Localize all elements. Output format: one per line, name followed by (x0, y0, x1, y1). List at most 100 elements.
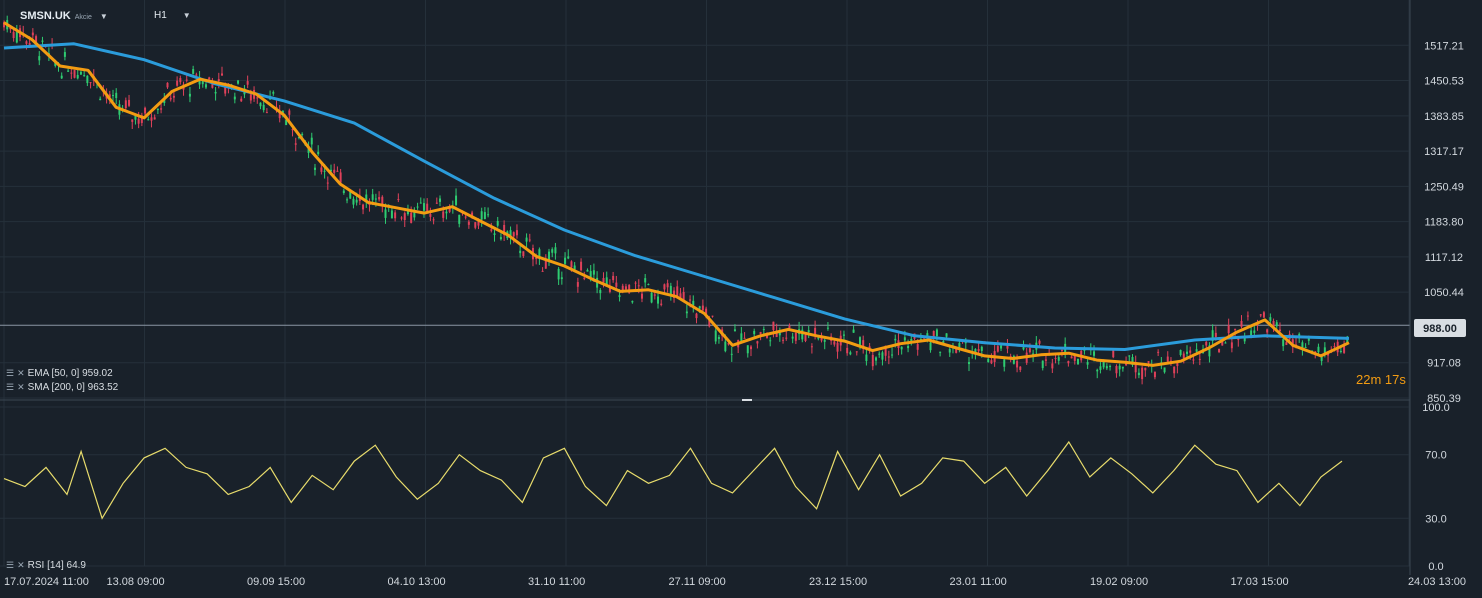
candle-body (204, 84, 207, 88)
candle-body (70, 72, 73, 74)
candle-body (416, 206, 419, 208)
candle-body (124, 100, 127, 109)
close-icon[interactable]: ✕ (17, 560, 25, 571)
symbol-selector[interactable]: SMSN.UK Akcie ▼ (20, 10, 108, 22)
y-tick-label: 1517.21 (1424, 40, 1464, 52)
candle-body (810, 346, 813, 348)
candle-body (1285, 342, 1288, 345)
candle-body (1182, 353, 1185, 359)
candle-body (1112, 350, 1115, 358)
candle-body (1198, 358, 1201, 360)
candle-body (858, 337, 861, 345)
candle-body (836, 342, 839, 352)
rsi-tick-label: 0.0 (1428, 561, 1443, 573)
chevron-down-icon: ▼ (182, 11, 191, 20)
candle-body (221, 73, 224, 76)
candle-body (12, 32, 15, 39)
close-icon[interactable]: ✕ (17, 368, 25, 379)
candle-body (352, 198, 355, 205)
candle-body (990, 360, 993, 364)
candle-body (1096, 369, 1099, 372)
x-tick-label: 17.03 15:00 (1231, 576, 1289, 588)
candle-body (871, 354, 874, 367)
candle-body (217, 79, 220, 81)
candle-body (612, 275, 615, 281)
x-tick-label: 17.07.2024 11:00 (4, 576, 89, 588)
candle-body (294, 143, 297, 145)
candle-body (583, 277, 586, 279)
candle-body (1118, 365, 1121, 370)
candle-body (192, 69, 195, 74)
candle-body (156, 108, 159, 111)
price-chart[interactable]: 1517.21 1450.53 1383.85 1317.17 1250.49 1183.… (0, 0, 1482, 598)
candle-body (355, 199, 358, 203)
candle-body (807, 330, 810, 333)
x-tick-label: 19.02 09:00 (1090, 576, 1148, 588)
menu-icon[interactable]: ☰ (6, 560, 14, 571)
candle-body (1070, 356, 1073, 359)
candle-body (624, 286, 627, 290)
candle-body (493, 233, 496, 235)
candle-body (422, 203, 425, 211)
candle-body (1227, 325, 1230, 334)
candle-body (1282, 339, 1285, 347)
candle-body (916, 344, 919, 350)
moving-average-lines (3, 21, 1350, 367)
candle-body (663, 284, 666, 290)
candle-body (1076, 358, 1079, 365)
candle-body (980, 346, 983, 351)
candle-body (1137, 372, 1140, 376)
candle-body (525, 237, 528, 242)
candle-body (849, 352, 852, 355)
candle-body (907, 346, 910, 349)
menu-icon[interactable]: ☰ (6, 382, 14, 393)
candle-body (967, 362, 970, 365)
candle-body (400, 217, 403, 219)
candle-body (214, 91, 217, 94)
candle-body (240, 98, 243, 102)
candle-countdown: 22m 17s (1356, 372, 1406, 387)
candle-body (1115, 366, 1118, 374)
candle-body (692, 300, 695, 306)
ema-label: EMA [50, 0] 959.02 (27, 368, 113, 379)
candle-body (1262, 312, 1265, 318)
candle-body (41, 40, 44, 42)
candle-body (846, 347, 849, 354)
candle-body (1339, 350, 1342, 352)
close-icon[interactable]: ✕ (17, 382, 25, 393)
candle-body (932, 330, 935, 337)
candle-body (394, 212, 397, 219)
candle-body (724, 341, 727, 352)
candle-body (1259, 314, 1262, 316)
candle-body (1224, 342, 1227, 344)
candle-body (432, 219, 435, 221)
candle-body (666, 283, 669, 288)
candle-body (580, 261, 583, 271)
candle-body (833, 341, 836, 345)
candle-body (903, 337, 906, 341)
candle-body (644, 278, 647, 283)
candle-body (147, 119, 150, 121)
candle-body (458, 214, 461, 224)
candle-body (153, 117, 156, 120)
candle-body (144, 107, 147, 114)
candle-body (1230, 342, 1233, 349)
candle-body (743, 337, 746, 339)
candle-body (1304, 346, 1307, 348)
candle-body (733, 329, 736, 332)
candle-body (592, 270, 595, 275)
candle-body (551, 249, 554, 253)
menu-icon[interactable]: ☰ (6, 368, 14, 379)
candle-body (637, 285, 640, 287)
x-tick-label: 04.10 13:00 (388, 576, 446, 588)
candle-body (169, 97, 172, 100)
candle-body (1275, 322, 1278, 327)
candle-body (749, 346, 752, 350)
candle-body (1163, 367, 1166, 373)
timeframe-selector[interactable]: H1 ▼ (154, 10, 191, 21)
candle-body (333, 169, 336, 173)
candle-body (410, 212, 413, 223)
candle-body (615, 282, 618, 287)
panel-resize-handle[interactable] (742, 399, 752, 401)
chevron-down-icon: ▼ (99, 12, 108, 21)
